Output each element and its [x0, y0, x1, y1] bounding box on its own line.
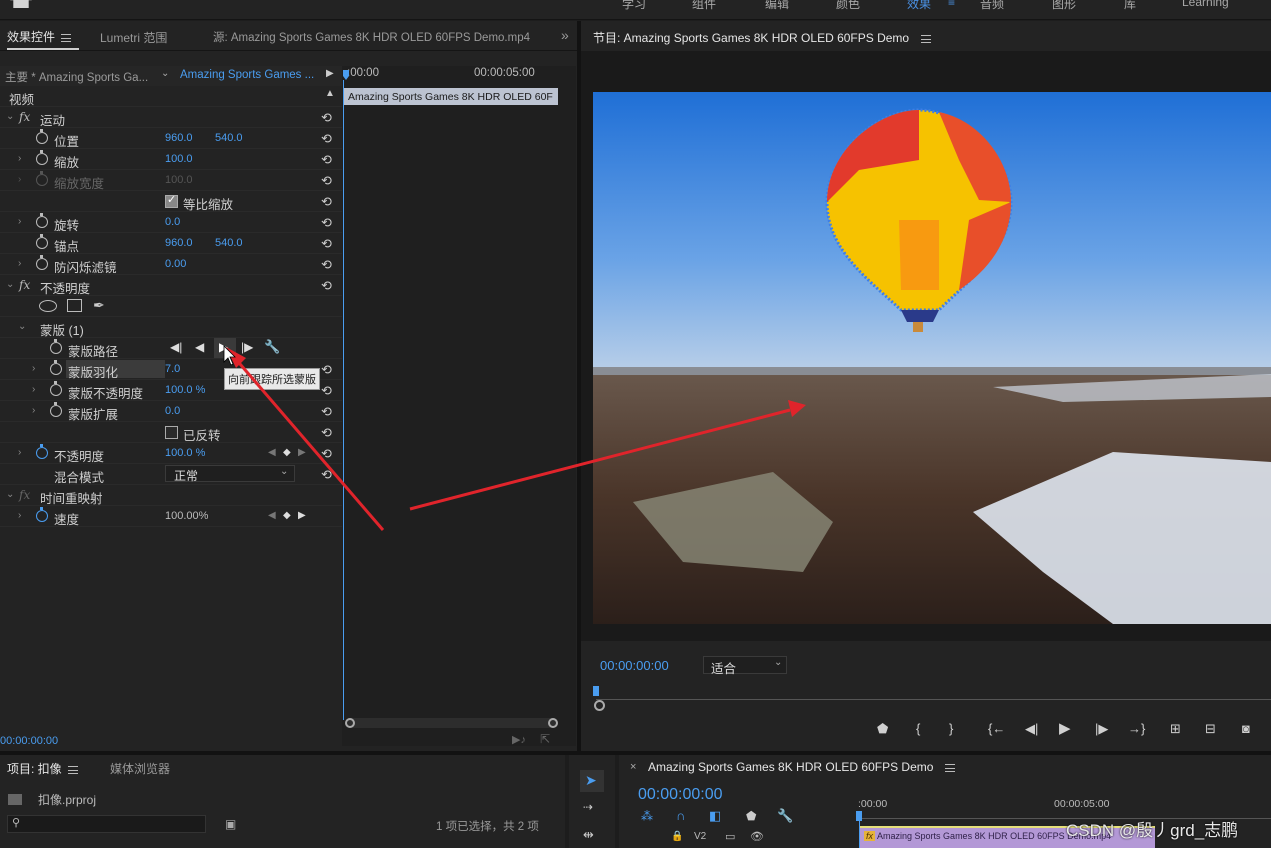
annotation-arrow-2-head	[788, 400, 806, 417]
watermark: CSDN @殷丿grd_志鹏	[1066, 821, 1239, 840]
annotation-arrow-2	[409, 408, 791, 511]
annotation-arrow-1	[232, 356, 385, 531]
annotation-arrows	[223, 345, 806, 531]
